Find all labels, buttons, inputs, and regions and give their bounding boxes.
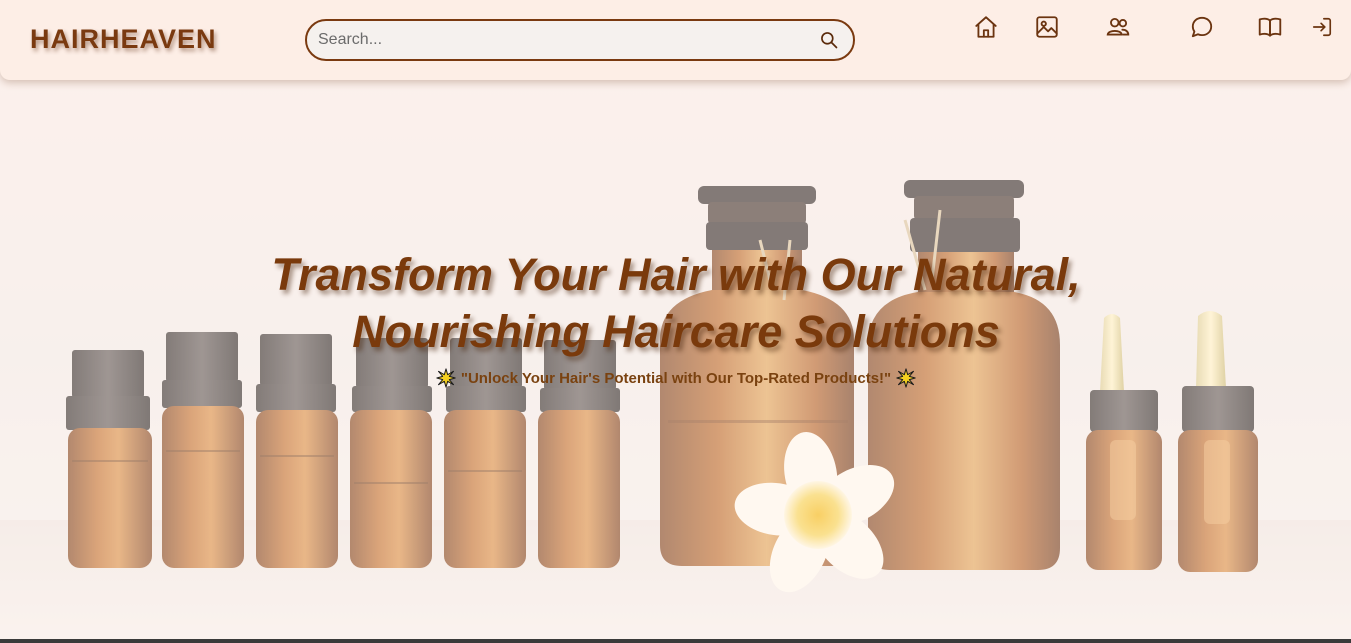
top-navbar: HAIRHEAVEN: [0, 0, 1351, 80]
image-icon[interactable]: [1034, 14, 1060, 40]
hero-title-line-1: Transform Your Hair with Our Natural,: [271, 249, 1081, 300]
sparkle-burst-icon: [896, 368, 916, 388]
open-book-icon[interactable]: [1257, 14, 1283, 40]
hero-title: Transform Your Hair with Our Natural, No…: [176, 246, 1176, 360]
bottom-edge: [0, 639, 1351, 643]
hero-title-line-2: Nourishing Haircare Solutions: [352, 306, 1000, 357]
hero-tagline: "Unlock Your Hair's Potential with Our T…: [376, 368, 976, 388]
search-icon[interactable]: [819, 30, 839, 50]
chat-bubble-icon[interactable]: [1189, 14, 1215, 40]
brand-logo[interactable]: HAIRHEAVEN: [30, 24, 217, 55]
sign-in-icon[interactable]: [1311, 16, 1333, 38]
users-icon[interactable]: [1105, 14, 1131, 40]
hero-tagline-text: "Unlock Your Hair's Potential with Our T…: [460, 369, 892, 387]
search-bar: [305, 19, 855, 61]
sparkle-burst-icon: [436, 368, 456, 388]
home-icon[interactable]: [973, 14, 999, 40]
search-input[interactable]: [318, 31, 808, 49]
